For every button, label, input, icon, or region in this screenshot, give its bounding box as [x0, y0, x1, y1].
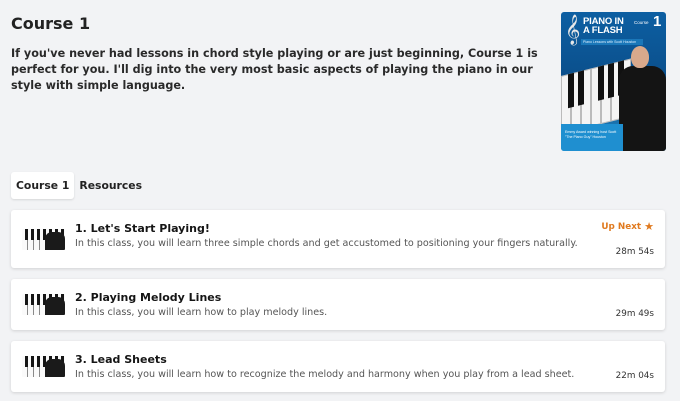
lesson-description: In this class, you will learn how to pla… [75, 307, 328, 318]
lesson-card-3[interactable]: 3. Lead Sheets In this class, you will l… [11, 341, 665, 392]
up-next-badge: Up Next ★ [601, 221, 654, 232]
cover-title: PIANO IN A FLASH [583, 16, 624, 36]
lesson-title: 3. Lead Sheets [75, 353, 167, 366]
lesson-description: In this class, you will learn three simp… [75, 238, 578, 249]
lesson-thumbnail [22, 356, 65, 377]
course-cover-image: 𝄞 PIANO IN A FLASH Course 1 Piano Lesson… [561, 12, 666, 151]
cover-bottom-text: Emmy Award winning host Scott "The Piano… [565, 130, 617, 139]
tab-course-1[interactable]: Course 1 [11, 172, 75, 199]
up-next-label: Up Next [601, 221, 642, 232]
page-title: Course 1 [11, 14, 91, 33]
cover-tag: Course [634, 20, 649, 25]
lesson-description: In this class, you will learn how to rec… [75, 369, 575, 380]
course-tabs: Course 1 Resources [11, 172, 147, 199]
tab-resources[interactable]: Resources [74, 172, 147, 199]
lesson-duration: 29m 49s [615, 309, 654, 319]
cover-number: 1 [653, 13, 662, 30]
cover-presenter-photo [619, 42, 666, 151]
lesson-card-1[interactable]: 1. Let's Start Playing! In this class, y… [11, 210, 665, 268]
lesson-thumbnail [22, 229, 65, 250]
lesson-duration: 28m 54s [615, 247, 654, 257]
star-icon: ★ [644, 220, 654, 233]
lesson-thumbnail [22, 294, 65, 315]
lesson-title: 1. Let's Start Playing! [75, 222, 210, 235]
lesson-title: 2. Playing Melody Lines [75, 291, 222, 304]
lesson-card-2[interactable]: 2. Playing Melody Lines In this class, y… [11, 279, 665, 330]
treble-clef-icon: 𝄞 [565, 15, 581, 45]
course-description: If you've never had lessons in chord sty… [11, 47, 538, 92]
lesson-duration: 22m 04s [615, 371, 654, 381]
